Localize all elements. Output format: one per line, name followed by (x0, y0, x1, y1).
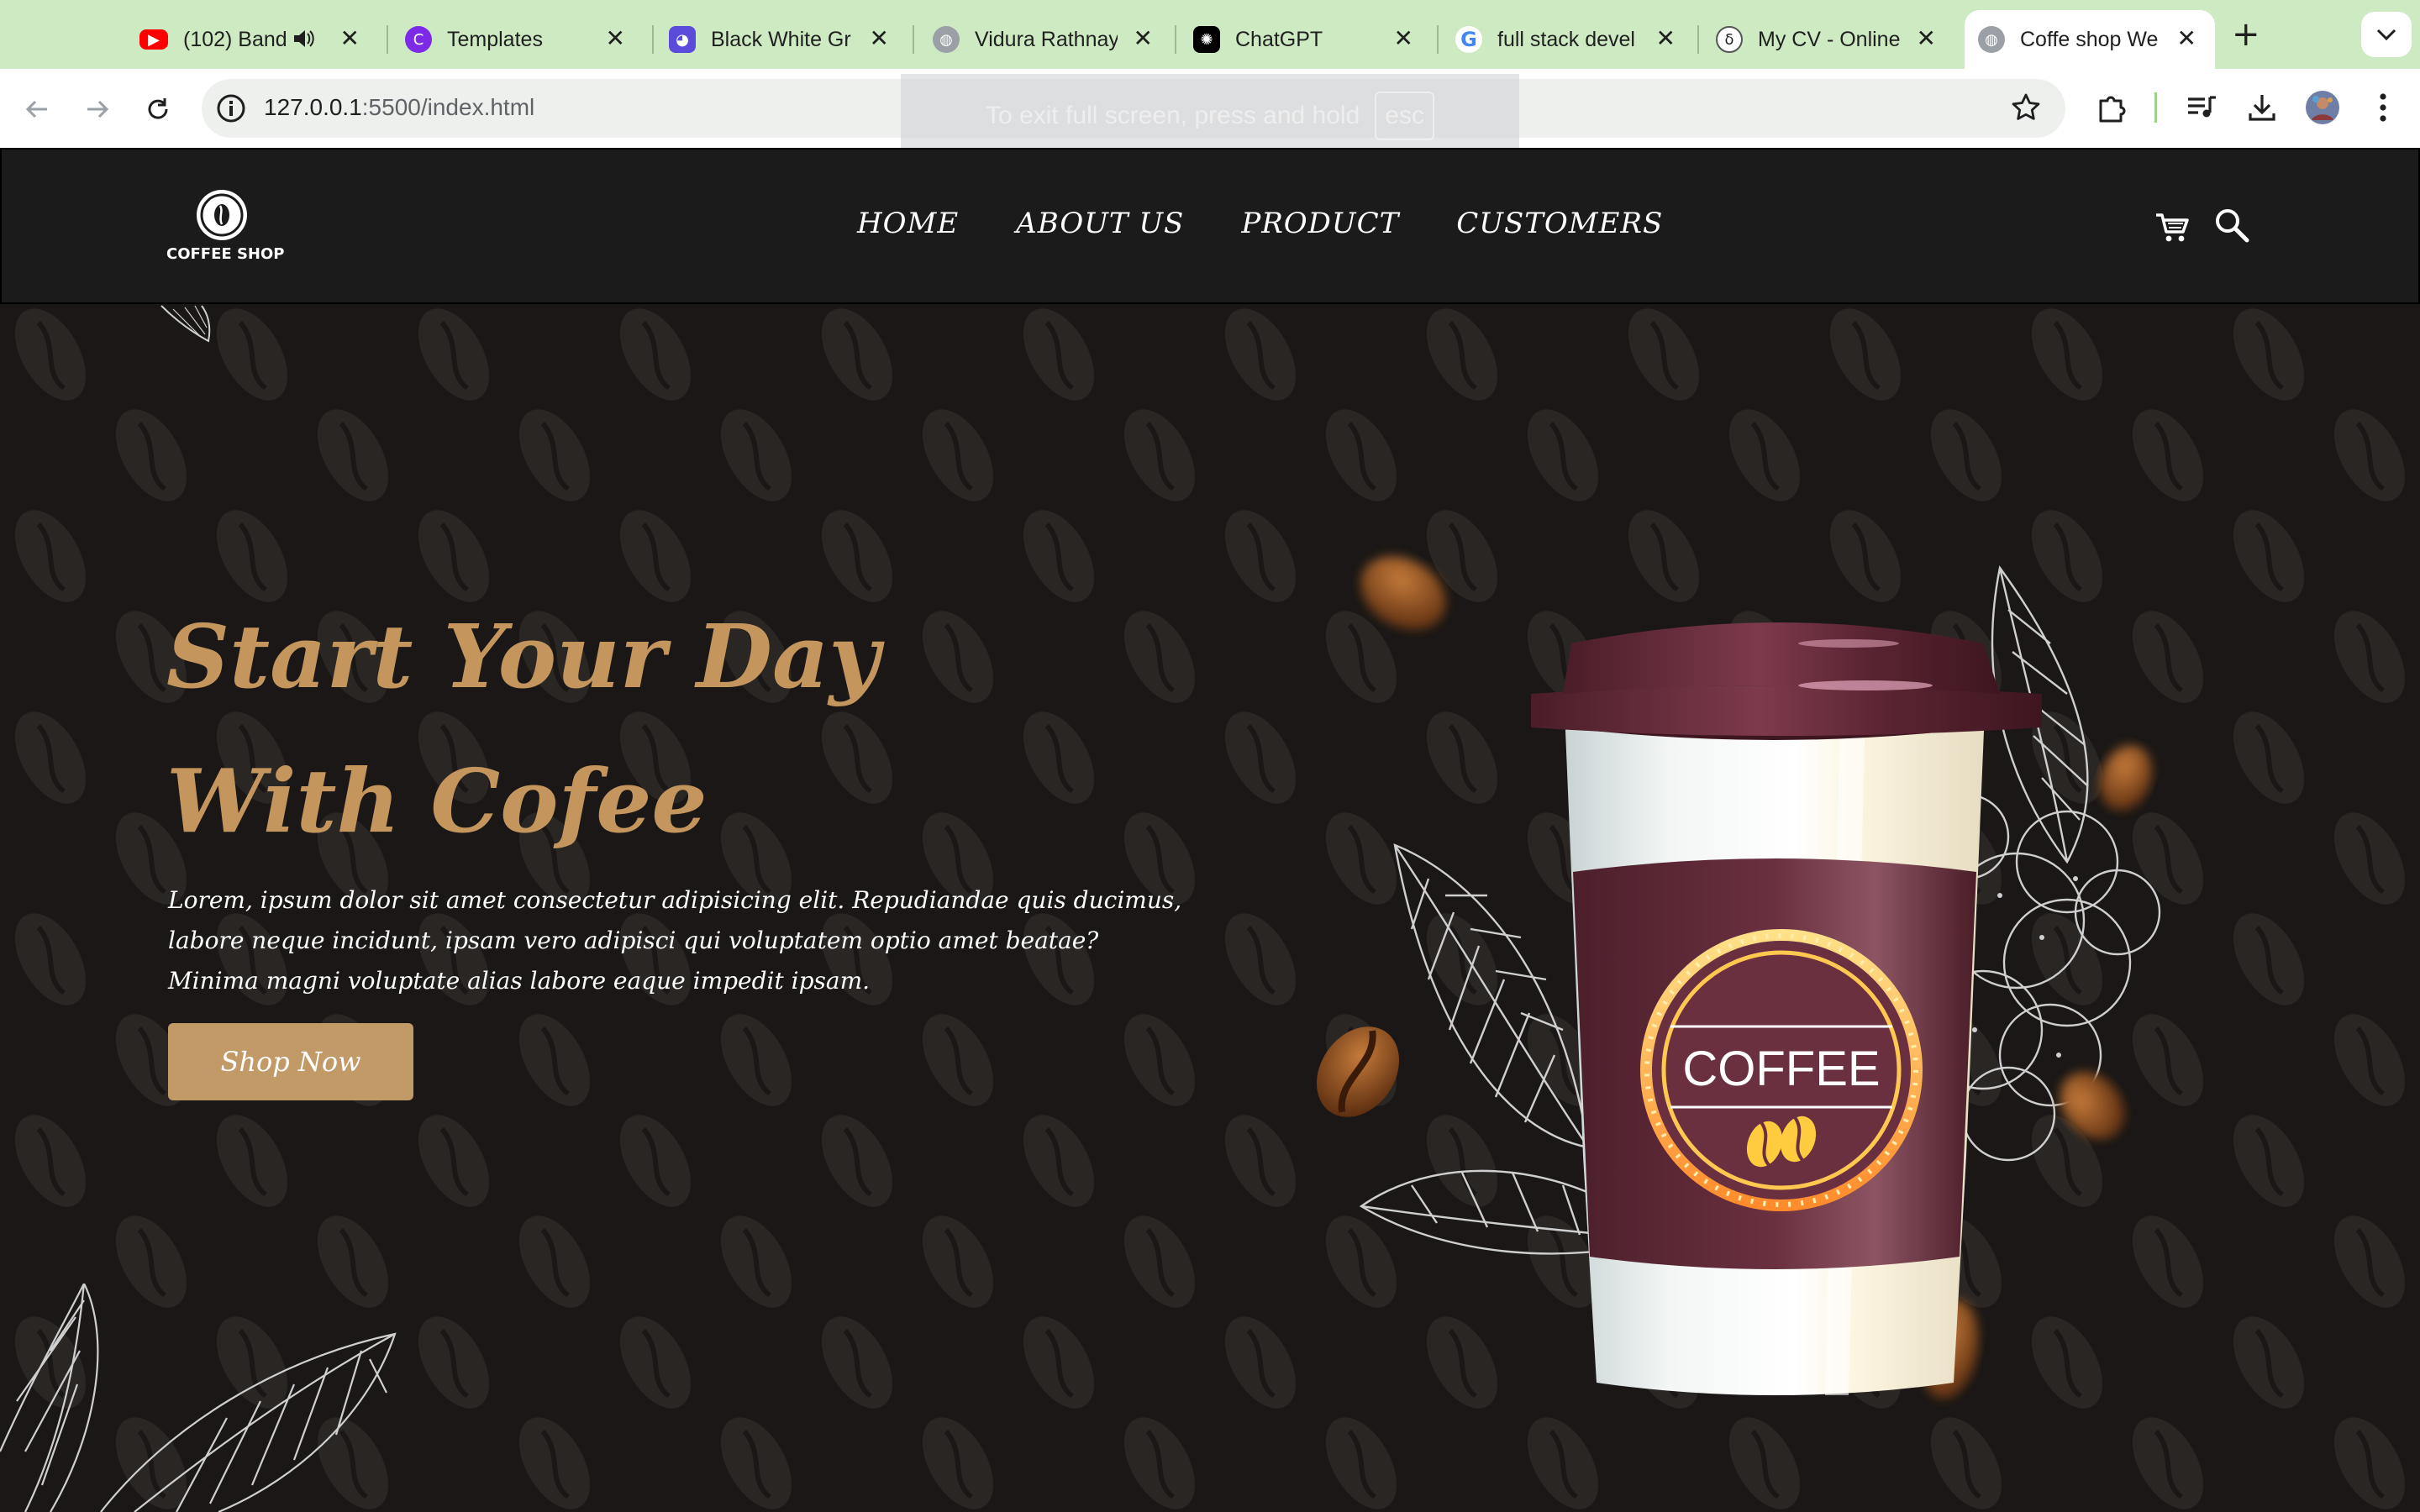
coffee-cup-illustration: COFFEE (1316, 556, 2161, 1399)
browser-tab[interactable]: G full stack devel ✕ (1442, 10, 1694, 69)
hero-description: Lorem, ipsum dolor sit amet consectetur … (168, 886, 1182, 995)
site-info-icon[interactable] (215, 92, 247, 124)
tab-title: My CV - Online (1758, 27, 1901, 51)
reload-button[interactable] (138, 89, 178, 129)
browser-tab[interactable]: C Templates ✕ (392, 10, 644, 69)
forward-button[interactable] (77, 89, 118, 129)
tab-search-button[interactable] (2361, 12, 2412, 57)
close-tab-icon[interactable]: ✕ (340, 25, 360, 52)
close-tab-icon[interactable]: ✕ (606, 25, 625, 52)
search-icon[interactable] (2213, 207, 2250, 244)
avatar (2306, 91, 2339, 124)
browser-menu-button[interactable] (2365, 89, 2402, 126)
fullscreen-key: esc (1375, 92, 1434, 140)
arrow-right-icon (87, 100, 109, 118)
downloads-button[interactable] (2244, 89, 2281, 126)
globe-icon: ◍ (933, 26, 960, 53)
hero-title-line-1: Start Your Day (166, 605, 880, 708)
coffee-logo-icon (197, 190, 247, 240)
profile-avatar[interactable] (2304, 89, 2341, 126)
leaf-sketch-decoration (160, 305, 211, 343)
site-header: COFFEE SHOP HOME ABOUT US PRODUCT CUSTOM… (0, 148, 2420, 304)
fullscreen-message: To exit full screen, press and hold (986, 102, 1360, 129)
close-tab-icon[interactable]: ✕ (870, 25, 889, 52)
globe-icon: ◍ (1978, 26, 2005, 53)
download-icon (2249, 95, 2275, 121)
canva-icon: C (405, 26, 432, 53)
url-host: 127.0.0.1 (264, 94, 362, 120)
google-icon: G (1455, 26, 1482, 53)
close-tab-icon[interactable]: ✕ (1394, 25, 1413, 52)
bookmark-star-icon[interactable] (2010, 92, 2042, 123)
hero-title: Start Your Day With Cofee (166, 585, 880, 874)
arrow-left-icon (25, 100, 47, 118)
cart-icon[interactable] (2154, 208, 2191, 245)
tab-title: Templates (447, 27, 543, 51)
nav-product[interactable]: PRODUCT (1241, 207, 1399, 240)
reload-icon (148, 98, 168, 119)
speaker-icon[interactable] (292, 29, 314, 49)
leaf-sketch-decoration (0, 1284, 397, 1512)
tab-title: Vidura Rathnay (975, 27, 1118, 51)
browser-tab-active[interactable]: ◍ Coffe shop We ✕ (1965, 10, 2215, 69)
back-button[interactable] (17, 89, 57, 129)
close-tab-icon[interactable]: ✕ (1134, 25, 1153, 52)
tab-title: ChatGPT (1235, 27, 1323, 51)
url-path: :5500/index.html (361, 94, 535, 120)
main-nav: HOME ABOUT US PRODUCT CUSTOMERS (857, 207, 1663, 240)
chevron-down-icon (2376, 29, 2396, 41)
cv-icon: δ (1716, 26, 1743, 53)
media-controls-button[interactable] (2183, 89, 2220, 126)
tab-title: full stack devel (1497, 27, 1635, 51)
browser-tab[interactable]: ◕ Black White Gr ✕ (655, 10, 908, 69)
browser-tab[interactable]: ▶ (102) Bandi ✕ (126, 10, 378, 69)
fullscreen-exit-banner: To exit full screen, press and hold esc (901, 74, 1519, 158)
browser-tab[interactable]: ✺ ChatGPT ✕ (1180, 10, 1432, 69)
app-icon: ◕ (669, 26, 696, 53)
close-tab-icon[interactable]: ✕ (2177, 25, 2196, 52)
browser-tab[interactable]: δ My CV - Online ✕ (1702, 10, 1954, 69)
tab-title: Black White Gr (711, 27, 851, 51)
site-logo[interactable]: COFFEE SHOP (166, 190, 285, 265)
shop-now-button[interactable]: Shop Now (168, 1023, 413, 1100)
playlist-music-icon (2188, 96, 2216, 118)
coffee-shop-page: COFFEE SHOP HOME ABOUT US PRODUCT CUSTOM… (0, 148, 2420, 1512)
close-tab-icon[interactable]: ✕ (1656, 25, 1676, 52)
nav-customers[interactable]: CUSTOMERS (1456, 207, 1663, 240)
tab-title: (102) Bandi (183, 27, 287, 51)
tab-title: Coffe shop We (2020, 27, 2159, 51)
puzzle-icon (2099, 96, 2126, 123)
youtube-icon: ▶ (139, 29, 168, 50)
new-tab-button[interactable]: + (2232, 15, 2260, 54)
nav-about-us[interactable]: ABOUT US (1016, 207, 1184, 240)
more-vertical-icon (2380, 93, 2386, 122)
cup-label: COFFEE (1682, 1042, 1880, 1096)
logo-text: COFFEE SHOP (166, 245, 285, 263)
browser-tab[interactable]: ◍ Vidura Rathnay ✕ (919, 10, 1171, 69)
close-tab-icon[interactable]: ✕ (1917, 25, 1936, 52)
url-text[interactable]: 127.0.0.1:5500/index.html (264, 94, 534, 121)
browser-tab-bar: ▶ (102) Bandi ✕ C Templates ✕ ◕ Black Wh… (0, 0, 2420, 69)
nav-home[interactable]: HOME (857, 207, 959, 240)
chatgpt-icon: ✺ (1193, 26, 1220, 53)
extensions-button[interactable] (2094, 89, 2131, 126)
toolbar-divider (2154, 92, 2157, 123)
hero-title-line-2: With Cofee (166, 749, 708, 853)
